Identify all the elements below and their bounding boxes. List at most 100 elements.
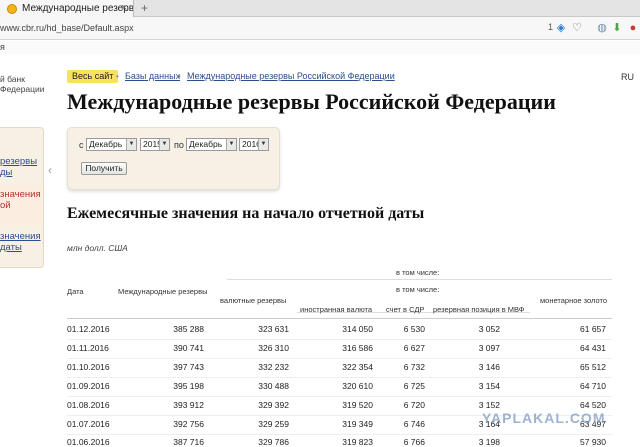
bookmarks-bar: я (0, 41, 640, 54)
cell-currency: 332 232 (258, 362, 289, 372)
to-month-value: Декабрь (189, 139, 223, 149)
site-watermark: YAPLAKAL.COM (482, 410, 606, 426)
cell-imf: 3 152 (478, 400, 500, 410)
sidebar-collapse-icon[interactable]: ‹ (44, 163, 56, 177)
col-header-foreign-currency: иностранная валюта (300, 305, 373, 314)
toolbar-counter: 1 (548, 22, 554, 32)
cell-reserves: 395 198 (173, 381, 204, 391)
row-divider (67, 358, 612, 359)
shield-icon[interactable]: ◈ (555, 22, 567, 34)
cell-imf: 3 154 (478, 381, 500, 391)
browser-tab[interactable]: Международные резервы × (0, 0, 134, 17)
cell-sdr: 6 766 (403, 437, 425, 447)
cell-currency: 329 786 (258, 437, 289, 447)
chevron-down-icon: ▼ (226, 139, 236, 150)
from-year-select[interactable]: 2015 ▼ (140, 138, 170, 151)
cell-sdr: 6 720 (403, 400, 425, 410)
cell-gold: 61 657 (580, 324, 606, 334)
header-divider (227, 279, 612, 280)
col-header-sdr: счет в СДР (386, 305, 425, 314)
cell-gold: 64 520 (580, 400, 606, 410)
breadcrumb-link-databases[interactable]: Базы данных (125, 70, 180, 83)
cell-foreign: 322 354 (342, 362, 373, 372)
sidebar-item-values-active-2[interactable]: ой (0, 200, 11, 211)
cell-reserves: 390 741 (173, 343, 204, 353)
row-divider (67, 339, 612, 340)
breadcrumb-separator: • (116, 72, 119, 81)
breadcrumb-home-link[interactable]: Весь сайт (67, 70, 119, 83)
cell-gold: 57 930 (580, 437, 606, 447)
chevron-down-icon: ▼ (126, 139, 136, 150)
cell-currency: 329 259 (258, 419, 289, 429)
cell-foreign: 319 520 (342, 400, 373, 410)
brand-line-1: й банк (0, 74, 25, 84)
language-switch[interactable]: RU (621, 72, 634, 82)
address-toolbar: www.cbr.ru/hd_base/Default.aspx 1 ◈ ♡ ◍ … (0, 17, 640, 40)
download-icon[interactable]: ⬇ (611, 22, 623, 34)
url-field[interactable]: www.cbr.ru/hd_base/Default.aspx (0, 21, 134, 35)
section-title: Ежемесячные значения на начало отчетной … (67, 205, 425, 222)
cell-gold: 64 431 (580, 343, 606, 353)
bookmark-item[interactable]: я (0, 42, 5, 52)
cell-gold: 65 512 (580, 362, 606, 372)
col-header-date: Дата (67, 287, 84, 296)
breadcrumb-separator: • (178, 72, 181, 81)
breadcrumb-link-reserves[interactable]: Международные резервы Российской Федерац… (187, 70, 395, 83)
cell-foreign: 314 050 (342, 324, 373, 334)
sidebar-item-reserves-2[interactable]: ды (0, 167, 12, 178)
to-month-select[interactable]: Декабрь ▼ (186, 138, 237, 151)
block-icon[interactable]: ● (627, 22, 639, 34)
cell-sdr: 6 530 (403, 324, 425, 334)
cell-date: 01.12.2016 (67, 324, 110, 334)
cell-reserves: 392 756 (173, 419, 204, 429)
page-title: Международные резервы Российской Федерац… (67, 89, 556, 114)
bank-logo-text: й банк Федерации (0, 74, 45, 94)
cell-gold: 64 710 (580, 381, 606, 391)
cell-imf: 3 052 (478, 324, 500, 334)
tab-bar: Международные резервы × + (0, 0, 640, 17)
from-label: с (79, 140, 84, 150)
sidebar-item-values[interactable]: значения (0, 231, 41, 242)
date-filter-panel: с Декабрь ▼ 2015 ▼ по Декабрь ▼ 2016 ▼ П… (67, 127, 280, 190)
cell-sdr: 6 725 (403, 381, 425, 391)
col-header-reserves: Международные резервы (118, 287, 208, 296)
cell-sdr: 6 627 (403, 343, 425, 353)
cell-foreign: 320 610 (342, 381, 373, 391)
cell-foreign: 319 349 (342, 419, 373, 429)
row-divider (67, 434, 612, 435)
chevron-down-icon: ▼ (159, 139, 169, 150)
to-label: по (174, 140, 184, 150)
header-bottom-rule (67, 318, 612, 319)
cell-date: 01.08.2016 (67, 400, 110, 410)
cell-sdr: 6 746 (403, 419, 425, 429)
col-header-including: в том числе: (396, 268, 440, 277)
globe-icon[interactable]: ◍ (596, 22, 608, 34)
cell-foreign: 319 823 (342, 437, 373, 447)
to-year-select[interactable]: 2016 ▼ (239, 138, 269, 151)
sidebar-item-reserves[interactable]: резервы (0, 156, 37, 167)
cell-foreign: 316 586 (342, 343, 373, 353)
from-month-select[interactable]: Декабрь ▼ (86, 138, 137, 151)
cell-date: 01.11.2016 (67, 343, 109, 353)
get-data-button[interactable]: Получить (81, 162, 127, 175)
sidebar-item-values-active[interactable]: значения (0, 189, 41, 200)
cell-reserves: 393 912 (173, 400, 204, 410)
col-header-gold: монетарное золото (540, 296, 608, 305)
sidebar-item-dates[interactable]: даты (0, 242, 22, 253)
cell-reserves: 385 288 (173, 324, 204, 334)
cell-imf: 3 146 (478, 362, 500, 372)
cell-currency: 323 631 (258, 324, 289, 334)
cell-date: 01.10.2016 (67, 362, 110, 372)
cell-imf: 3 097 (478, 343, 500, 353)
cell-reserves: 397 743 (173, 362, 204, 372)
row-divider (67, 396, 612, 397)
cell-date: 01.06.2016 (67, 437, 110, 447)
cell-sdr: 6 732 (403, 362, 425, 372)
col-header-imf: резервная позиция в МВФ (433, 305, 525, 314)
tab-close-icon[interactable]: × (121, 0, 127, 17)
chevron-down-icon: ▼ (258, 139, 268, 150)
favicon-icon (7, 4, 17, 14)
cell-currency: 330 488 (258, 381, 289, 391)
heart-icon[interactable]: ♡ (571, 22, 583, 34)
new-tab-icon[interactable]: + (141, 0, 148, 16)
